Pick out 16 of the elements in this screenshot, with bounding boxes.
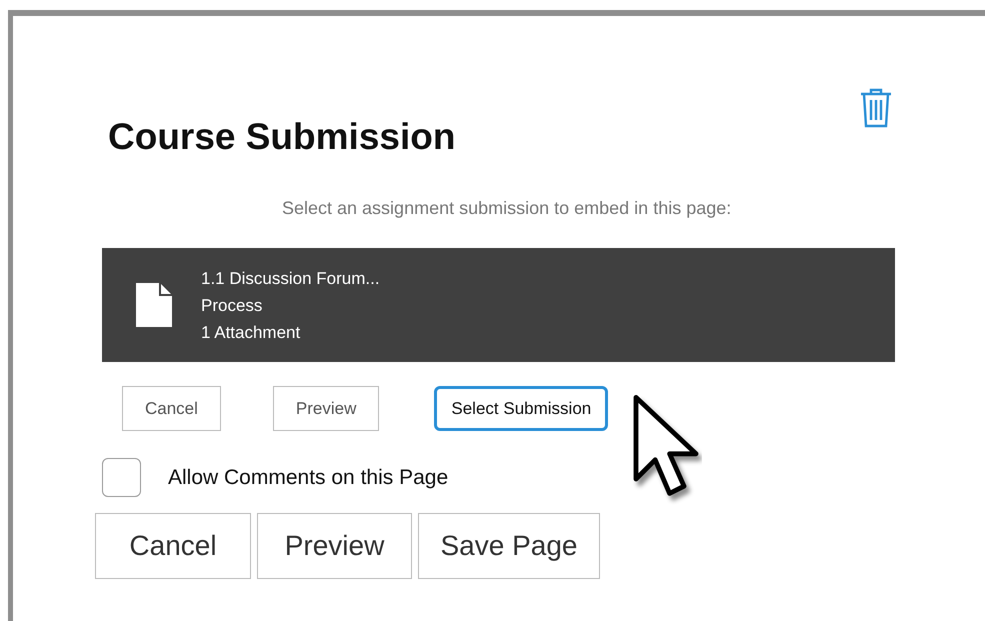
document-icon — [136, 283, 172, 327]
trash-icon[interactable] — [858, 88, 894, 128]
submission-detail: Process — [201, 294, 264, 316]
submission-card[interactable]: 1.1 Discussion Forum... Process 1 Attachment — [102, 248, 895, 362]
checkbox-label: Allow Comments on this Page — [168, 464, 448, 491]
submission-detail: 1 Attachment — [201, 322, 302, 344]
instruction-text: Select an assignment submission to embed in this page: — [282, 197, 732, 220]
page-button[interactable]: Cancel — [95, 513, 251, 579]
submission-button[interactable]: Cancel — [122, 386, 221, 431]
checkbox[interactable] — [102, 458, 141, 497]
submission-button[interactable]: Select Submission — [434, 386, 608, 431]
page-button[interactable]: Save Page — [418, 513, 600, 579]
page-button[interactable]: Preview — [257, 513, 412, 579]
submission-title: 1.1 Discussion Forum... — [201, 268, 380, 290]
submission-button[interactable]: Preview — [272, 386, 380, 431]
page-title: Course Submission — [108, 118, 456, 155]
